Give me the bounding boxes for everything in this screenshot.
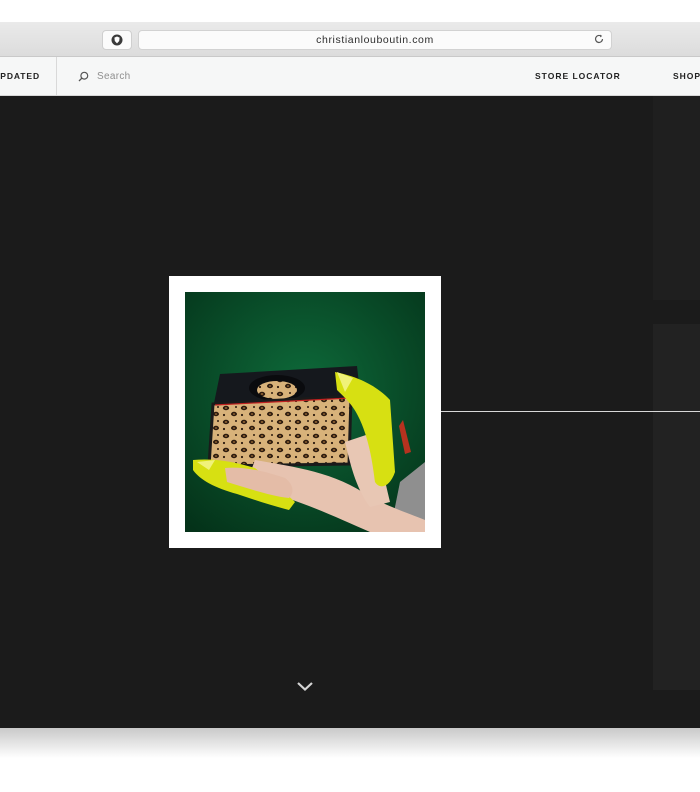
browser-toolbar: christianlouboutin.com	[0, 0, 700, 57]
search-icon	[78, 71, 89, 81]
connector-line	[441, 411, 700, 412]
nav-item-store-locator[interactable]: STORE LOCATOR	[535, 57, 621, 95]
nav-item-shop[interactable]: SHOPP	[673, 57, 700, 95]
photo-card[interactable]	[169, 276, 441, 548]
address-bar[interactable]: christianlouboutin.com	[138, 30, 612, 50]
reload-icon[interactable]	[593, 33, 605, 45]
shield-icon	[111, 34, 123, 46]
hero-stage	[0, 96, 700, 728]
window-top-edge	[0, 0, 700, 22]
product-photo	[185, 292, 425, 532]
nav-item-updated[interactable]: UPDATED	[0, 57, 57, 95]
chevron-down-icon[interactable]	[296, 680, 314, 692]
side-panel-top	[653, 96, 700, 300]
search-field[interactable]: Search	[78, 57, 131, 95]
privacy-shield-button[interactable]	[102, 30, 132, 50]
search-placeholder: Search	[97, 70, 131, 82]
window-shadow	[0, 728, 700, 758]
site-navigation: UPDATED Search STORE LOCATOR SHOPP	[0, 57, 700, 96]
side-panel-bottom	[653, 324, 700, 690]
shop-label: SHOPP	[673, 71, 700, 81]
url-text: christianlouboutin.com	[316, 34, 434, 46]
store-locator-label: STORE LOCATOR	[535, 71, 621, 81]
product-photo-illustration	[185, 292, 425, 532]
nav-item-updated-label: UPDATED	[0, 71, 40, 81]
